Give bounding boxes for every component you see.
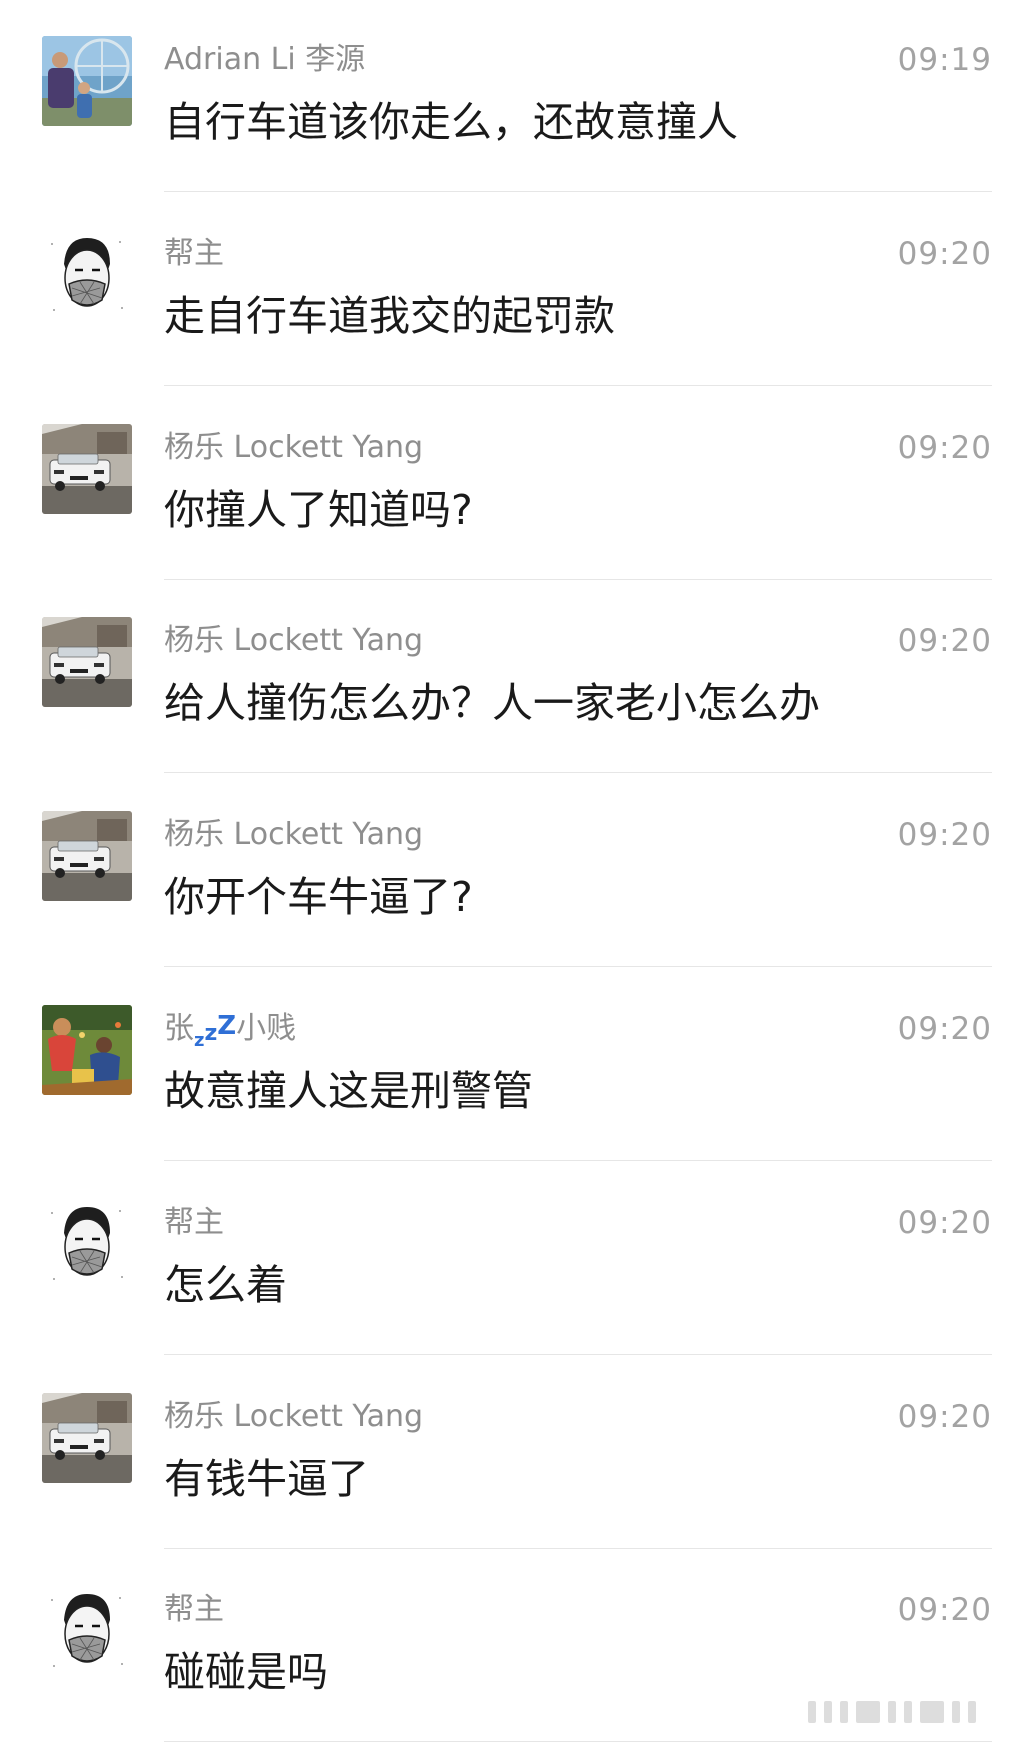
avatar[interactable] xyxy=(42,1005,132,1095)
sleep-z-letter: Z xyxy=(217,1011,237,1041)
message-text[interactable]: 走自行车道我交的起罚款 xyxy=(164,289,615,343)
sender-name[interactable]: 杨乐 Lockett Yang xyxy=(164,430,423,466)
message-text[interactable]: 故意撞人这是刑警管 xyxy=(164,1064,533,1118)
message-text[interactable]: 你撞人了知道吗? xyxy=(164,483,473,537)
divider xyxy=(164,578,992,580)
chat-message[interactable]: 张zzZ小贱 09:20 故意撞人这是刑警管 xyxy=(0,969,1032,1161)
avatar[interactable] xyxy=(42,424,132,514)
sender-name-suffix: 小贱 xyxy=(236,1011,297,1046)
sleep-z-letter: z xyxy=(204,1021,218,1046)
timestamp: 09:20 xyxy=(897,235,992,272)
chat-message[interactable]: Adrian Li 李源 09:19 自行车道该你走么，还故意撞人 xyxy=(0,0,1032,192)
avatar[interactable] xyxy=(42,230,132,320)
chat-message[interactable]: 杨乐 Lockett Yang 09:20 有钱牛逼了 xyxy=(0,1357,1032,1549)
message-text[interactable]: 你开个车牛逼了? xyxy=(164,870,473,924)
timestamp: 09:20 xyxy=(897,1398,992,1435)
timestamp: 09:20 xyxy=(897,623,992,660)
sender-name[interactable]: 帮主 xyxy=(164,236,224,272)
timestamp: 09:19 xyxy=(897,42,992,78)
sender-name-text: 杨乐 Lockett Yang xyxy=(164,623,424,659)
message-text[interactable]: 有钱牛逼了 xyxy=(164,1452,369,1506)
avatar[interactable] xyxy=(42,617,132,707)
sender-name-text: 帮主 xyxy=(164,1592,224,1628)
chat-message-list: Adrian Li 李源 09:19 自行车道该你走么，还故意撞人帮主 09:20 走自… xyxy=(0,0,1032,1742)
sender-name[interactable]: Adrian Li 李源 xyxy=(164,42,365,78)
divider xyxy=(164,384,992,386)
sender-name-text: 张 xyxy=(164,1011,194,1046)
timestamp: 09:20 xyxy=(897,1592,992,1629)
divider xyxy=(164,1160,992,1161)
timestamp: 09:20 xyxy=(897,817,992,854)
sender-name-text: 帮主 xyxy=(164,1204,224,1240)
sender-name[interactable]: 杨乐 Lockett Yang xyxy=(164,817,423,853)
sender-name-text: 杨乐 Lockett Yang xyxy=(164,429,424,465)
sender-name[interactable]: 杨乐 Lockett Yang xyxy=(164,623,423,659)
sender-name-text: Adrian Li 李源 xyxy=(164,42,366,77)
timestamp: 09:20 xyxy=(897,1011,992,1047)
chat-message[interactable]: 杨乐 Lockett Yang 09:20 你撞人了知道吗? xyxy=(0,388,1032,580)
divider xyxy=(164,772,992,774)
chat-message[interactable]: 杨乐 Lockett Yang 09:20 你开个车牛逼了? xyxy=(0,775,1032,968)
avatar[interactable] xyxy=(42,1393,132,1483)
sender-name[interactable]: 帮主 xyxy=(164,1205,224,1241)
message-text[interactable]: 怎么着 xyxy=(164,1258,287,1312)
divider xyxy=(164,1547,992,1549)
sleep-z-icon: zzZ xyxy=(194,1011,237,1051)
sender-name[interactable]: 帮主 xyxy=(164,1592,224,1628)
divider xyxy=(164,966,992,968)
divider xyxy=(164,1353,992,1355)
chat-message[interactable]: 帮主 09:20 走自行车道我交的起罚款 xyxy=(0,194,1032,386)
sender-name[interactable]: 杨乐 Lockett Yang xyxy=(164,1399,423,1435)
sleep-z-letter: z xyxy=(194,1030,205,1051)
sender-name-text: 帮主 xyxy=(164,235,224,271)
avatar[interactable] xyxy=(42,1199,132,1289)
sender-name-text: 杨乐 Lockett Yang xyxy=(164,817,424,853)
message-text[interactable]: 碰碰是吗 xyxy=(164,1645,328,1699)
sender-name-text: 杨乐 Lockett Yang xyxy=(164,1398,424,1434)
divider xyxy=(164,191,992,192)
sender-name[interactable]: 张zzZ小贱 xyxy=(164,1011,296,1051)
message-text[interactable]: 给人撞伤怎么办？人一家老小怎么办 xyxy=(164,676,820,730)
scroll-indicator xyxy=(808,1701,1008,1723)
message-text[interactable]: 自行车道该你走么，还故意撞人 xyxy=(164,95,738,149)
chat-message[interactable]: 帮主 09:20 怎么着 xyxy=(0,1163,1032,1355)
timestamp: 09:20 xyxy=(897,1204,992,1241)
chat-message[interactable]: 杨乐 Lockett Yang 09:20 给人撞伤怎么办？人一家老小怎么办 xyxy=(0,581,1032,774)
timestamp: 09:20 xyxy=(897,429,992,466)
avatar[interactable] xyxy=(42,1586,132,1676)
avatar[interactable] xyxy=(42,36,132,126)
avatar[interactable] xyxy=(42,811,132,901)
